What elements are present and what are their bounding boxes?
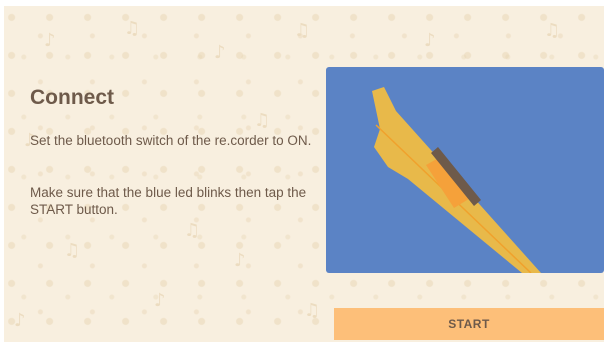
svg-text:♪: ♪: [154, 290, 166, 311]
svg-text:♫: ♫: [184, 220, 200, 241]
svg-text:♪: ♪: [214, 42, 226, 63]
recorder-illustration: [326, 67, 604, 273]
connect-screen: ♪ ♫ ♪ ♫ ♪ ♫ ♫ ♪ ♪ ♫ ♪ ♫ ♪ ♫ Connect Set the bluet…: [4, 6, 604, 342]
svg-text:♫: ♫: [544, 20, 560, 41]
start-button[interactable]: START: [334, 308, 604, 340]
svg-text:♫: ♫: [64, 240, 80, 261]
svg-text:♪: ♪: [234, 250, 246, 271]
instruction-led: Make sure that the blue led blinks then …: [30, 185, 307, 217]
page-title: Connect: [30, 86, 114, 109]
svg-text:♪: ♪: [44, 30, 56, 51]
svg-text:♫: ♫: [294, 20, 310, 41]
svg-text:♪: ♪: [14, 310, 26, 331]
svg-text:♫: ♫: [124, 18, 140, 39]
instruction-bluetooth: Set the bluetooth switch of the re.corde…: [30, 133, 312, 148]
svg-text:♫: ♫: [304, 300, 320, 321]
recorder-device-icon: [372, 87, 541, 273]
svg-text:♫: ♫: [254, 110, 270, 131]
svg-text:♪: ♪: [424, 30, 436, 51]
